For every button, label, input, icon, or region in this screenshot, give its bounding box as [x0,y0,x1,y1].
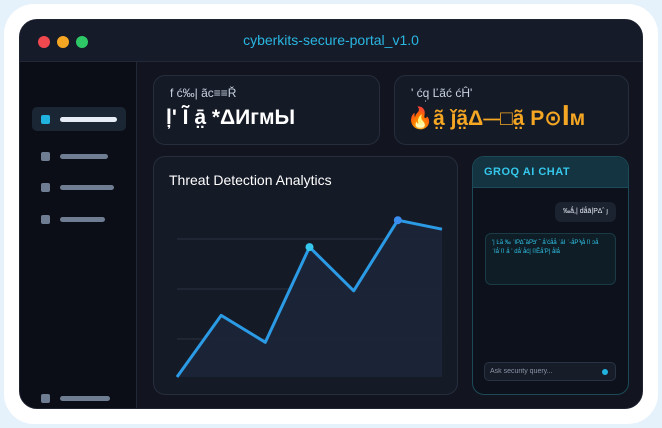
sidebar-item-4[interactable] [32,207,126,231]
send-icon[interactable] [602,369,608,375]
title-bar: cyberkits-secure-portal_v1.0 [20,20,642,62]
sidebar-item-2[interactable] [32,144,126,168]
data-point[interactable] [305,243,314,252]
ai-chat-panel: GROQ AI CHAT ‰ǻ,| dǻā|Ρ∆ˆ ȷ '| Ŀã ‰ ˈΙΡΔ… [472,156,629,395]
data-point[interactable] [393,216,402,225]
chat-header: GROQ AI CHAT [473,157,628,188]
stat-card-1: f ć‰| ãc≡≡Ř ļ' Ĩ ā̤ *ΔИᴦмЫ [153,75,380,145]
threat-chart [175,216,443,378]
stat-label: f ć‰| ãc≡≡Ř [170,86,237,100]
chat-title: GROQ AI CHAT [484,166,571,178]
nav-icon [41,152,50,161]
sidebar-item-label [60,117,117,122]
chat-input-box [484,362,616,381]
app-window: cyberkits-secure-portal_v1.0 f ć‰| ãc≡≡Ř… [19,19,643,409]
nav-icon [41,215,50,224]
stat-card-2: ' ćq̣ Ľãć ćĤ' 🔥ã̤ ǰã̤Δ⏤□ã̤ Ρ⊙ꟾм [394,75,629,145]
stat-value: ļ' Ĩ ā̤ *ΔИᴦмЫ [166,106,296,129]
stat-value: 🔥ã̤ ǰã̤Δ⏤□ã̤ Ρ⊙ꟾм [407,107,586,130]
sidebar-item-label [60,154,108,159]
sidebar [20,62,137,408]
user-message: ‰ǻ,| dǻā|Ρ∆ˆ ȷ [555,202,616,222]
settings-icon [41,394,50,403]
stat-label: ' ćq̣ Ľãć ćĤ' [411,86,473,100]
nav-icon [41,183,50,192]
chat-input[interactable] [490,365,595,378]
dashboard-icon [41,115,50,124]
sidebar-item-settings[interactable] [32,386,126,408]
window-title: cyberkits-secure-portal_v1.0 [243,32,419,48]
sidebar-item-3[interactable] [32,175,126,199]
threat-chart-card: Threat Detection Analytics [153,156,458,395]
sidebar-item-label [60,217,105,222]
sidebar-item-label [60,396,110,401]
sidebar-item-label [60,185,114,190]
bot-message: '| Ŀã ‰ ˈΙΡΔˆâΡ̈ϧ' ˆ ǻʼćǻǻ ˈāΙ ˈ-ǻΡϡǻ ⌷ … [485,233,616,285]
sidebar-item-dashboard[interactable] [32,107,126,131]
